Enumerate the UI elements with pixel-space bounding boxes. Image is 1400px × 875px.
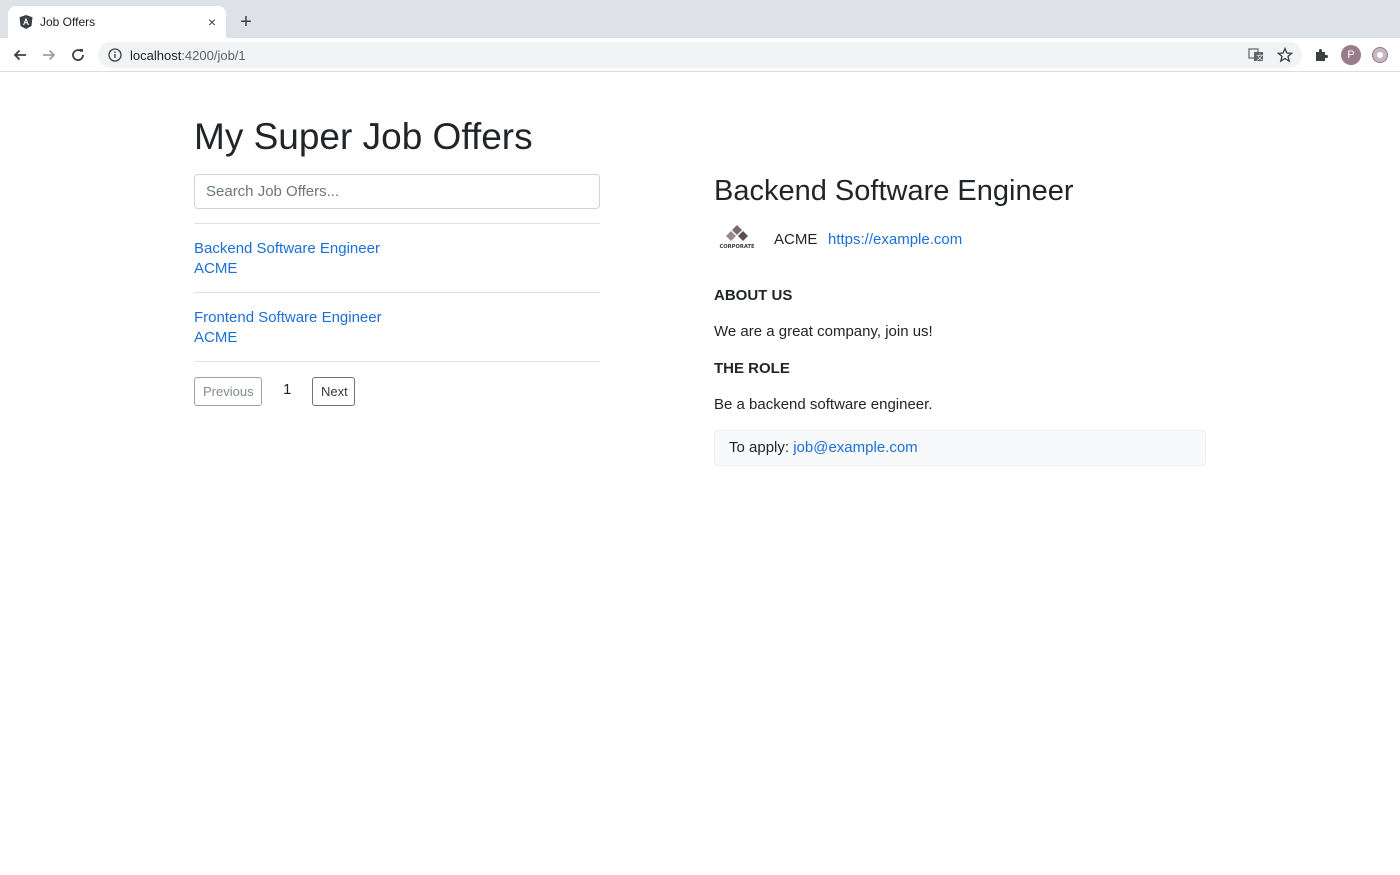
list-item: Frontend Software Engineer ACME	[194, 293, 600, 362]
job-company-link[interactable]: ACME	[194, 259, 600, 279]
company-logo: CORPORATE	[716, 224, 758, 250]
apply-email-link[interactable]: job@example.com	[793, 439, 917, 456]
company-name: ACME	[774, 231, 818, 248]
info-icon[interactable]	[108, 48, 122, 62]
close-tab-icon[interactable]: ×	[204, 14, 220, 30]
browser-toolbar: localhost:4200/job/1 文 P	[0, 38, 1400, 72]
angular-icon	[18, 14, 34, 30]
url-text: localhost:4200/job/1	[130, 48, 246, 63]
about-text: We are a great company, join us!	[714, 323, 933, 340]
next-button[interactable]: Next	[312, 377, 355, 406]
url-path: :4200/job/1	[181, 48, 246, 63]
list-item: Backend Software Engineer ACME	[194, 224, 600, 293]
extension-icon[interactable]	[1371, 46, 1389, 64]
search-input[interactable]	[194, 174, 600, 209]
tab-title: Job Offers	[40, 15, 96, 29]
svg-text:CORPORATE: CORPORATE	[719, 244, 755, 250]
role-heading: THE ROLE	[714, 360, 790, 377]
bookmark-star-icon[interactable]	[1277, 47, 1293, 63]
forward-icon[interactable]	[38, 44, 60, 66]
extensions-puzzle-icon[interactable]	[1312, 46, 1330, 64]
about-heading: ABOUT US	[714, 287, 793, 304]
profile-avatar[interactable]: P	[1341, 45, 1361, 65]
back-icon[interactable]	[9, 44, 31, 66]
job-list: Backend Software Engineer ACME Frontend …	[194, 223, 600, 362]
browser-tabstrip: Job Offers × +	[0, 0, 1400, 38]
reload-icon[interactable]	[67, 44, 89, 66]
current-page-number: 1	[283, 381, 292, 398]
job-detail-title: Backend Software Engineer	[714, 175, 1074, 207]
company-website-link[interactable]: https://example.com	[828, 231, 962, 248]
new-tab-icon[interactable]: +	[236, 12, 256, 32]
page-title: My Super Job Offers	[194, 116, 533, 157]
svg-text:文: 文	[1256, 53, 1263, 62]
role-text: Be a backend software engineer.	[714, 396, 933, 413]
apply-label: To apply:	[729, 439, 790, 456]
url-host: localhost	[130, 48, 182, 63]
previous-button[interactable]: Previous	[194, 377, 262, 406]
job-title-link[interactable]: Frontend Software Engineer	[194, 308, 600, 328]
job-title-link[interactable]: Backend Software Engineer	[194, 239, 600, 259]
apply-box: To apply: job@example.com	[714, 430, 1206, 466]
job-company-link[interactable]: ACME	[194, 328, 600, 348]
browser-tab-active[interactable]: Job Offers ×	[8, 6, 226, 38]
translate-icon[interactable]: 文	[1248, 47, 1264, 63]
address-bar[interactable]: localhost:4200/job/1 文	[98, 42, 1302, 68]
